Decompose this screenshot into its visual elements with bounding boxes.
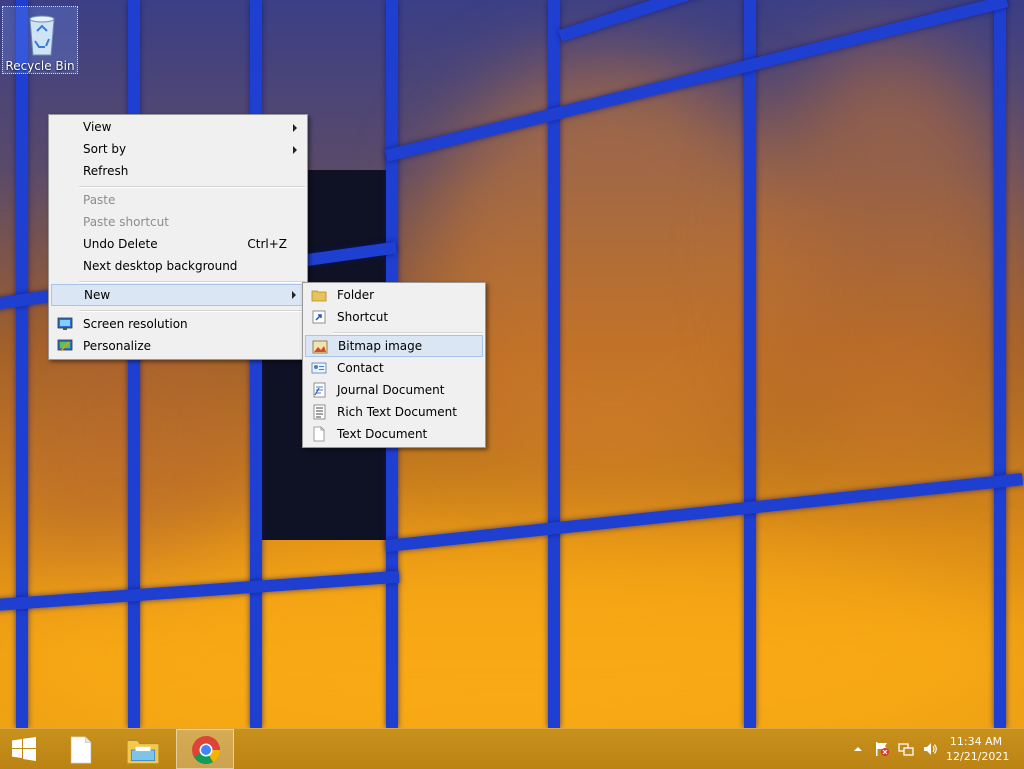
taskbar-document-button[interactable]	[54, 729, 108, 769]
monitor-icon	[57, 317, 73, 330]
menu-item-label: View	[83, 120, 112, 134]
menu-item-undo-delete[interactable]: Undo Delete Ctrl+Z	[51, 233, 305, 255]
menu-item-label: Paste	[83, 193, 116, 207]
menu-item-refresh[interactable]: Refresh	[51, 160, 305, 182]
submenu-arrow-icon	[292, 291, 296, 299]
menu-item-screen-resolution[interactable]: Screen resolution	[51, 313, 305, 335]
clock-date: 12/21/2021	[946, 750, 1010, 763]
submenu-item-label: Rich Text Document	[337, 405, 457, 419]
network-icon[interactable]	[898, 741, 914, 757]
menu-item-label: Sort by	[83, 142, 127, 156]
menu-separator	[79, 281, 305, 283]
menu-item-new[interactable]: New	[51, 284, 305, 306]
recycle-bin-icon	[29, 15, 55, 56]
action-center-flag-icon[interactable]	[874, 741, 890, 757]
wallpaper-mullion	[128, 0, 140, 728]
document-icon	[70, 736, 92, 764]
clock-time: 11:34 AM	[949, 735, 1003, 748]
volume-icon[interactable]	[922, 741, 938, 757]
wallpaper-mullion	[385, 473, 1024, 552]
wallpaper-mullion	[994, 0, 1006, 728]
submenu-item-bitmap-image[interactable]: Bitmap image	[305, 335, 483, 357]
submenu-item-rich-text-document[interactable]: Rich Text Document	[305, 401, 483, 423]
submenu-item-label: Folder	[337, 288, 375, 302]
chrome-icon	[192, 736, 220, 764]
menu-item-label: Paste shortcut	[83, 215, 169, 229]
submenu-item-shortcut[interactable]: Shortcut	[305, 306, 483, 328]
menu-separator	[333, 332, 483, 334]
wallpaper-glow	[0, 540, 1024, 760]
bitmap-icon	[312, 340, 328, 354]
submenu-item-label: Journal Document	[337, 383, 445, 397]
folder-icon	[311, 290, 327, 302]
menu-item-personalize[interactable]: Personalize	[51, 335, 305, 357]
taskbar: 11:34 AM 12/21/2021	[0, 728, 1024, 769]
submenu-item-journal-document[interactable]: Journal Document	[305, 379, 483, 401]
menu-item-label: New	[84, 288, 111, 302]
menu-item-view[interactable]: View	[51, 116, 305, 138]
wallpaper-mullion	[744, 0, 756, 728]
wallpaper-mullion	[250, 0, 262, 728]
submenu-item-label: Contact	[337, 361, 384, 375]
windows-logo-icon	[12, 737, 36, 761]
recycle-bin-shortcut[interactable]: Recycle Bin	[2, 6, 78, 74]
start-button[interactable]	[0, 729, 48, 769]
menu-item-paste: Paste	[51, 189, 305, 211]
shortcut-icon	[312, 310, 326, 324]
submenu-item-label: Text Document	[337, 427, 428, 441]
show-hidden-icons-icon[interactable]	[850, 741, 866, 757]
menu-item-sort-by[interactable]: Sort by	[51, 138, 305, 160]
submenu-arrow-icon	[293, 146, 297, 154]
chrome-button[interactable]	[176, 729, 234, 769]
wallpaper-glow	[760, 40, 1020, 460]
menu-item-label: Screen resolution	[83, 317, 188, 331]
desktop-context-menu: View Sort by Refresh Paste Paste shortcu…	[48, 114, 308, 360]
taskbar-clock[interactable]: 11:34 AM 12/21/2021	[946, 734, 1010, 764]
submenu-item-text-document[interactable]: Text Document	[305, 423, 483, 445]
menu-item-label: Personalize	[83, 339, 152, 353]
file-explorer-button[interactable]	[114, 729, 172, 769]
text-document-icon	[313, 426, 325, 442]
menu-separator	[79, 186, 305, 188]
submenu-arrow-icon	[293, 124, 297, 132]
contact-icon	[311, 362, 327, 374]
submenu-item-label: Bitmap image	[338, 339, 423, 353]
menu-item-label: Undo Delete	[83, 237, 158, 251]
submenu-item-contact[interactable]: Contact	[305, 357, 483, 379]
journal-icon	[313, 382, 326, 398]
menu-item-next-desktop-background[interactable]: Next desktop background	[51, 255, 305, 277]
submenu-item-label: Shortcut	[337, 310, 389, 324]
menu-separator	[79, 310, 305, 312]
menu-item-shortcut: Ctrl+Z	[247, 237, 287, 251]
submenu-item-folder[interactable]: Folder	[305, 284, 483, 306]
new-submenu: Folder Shortcut Bitmap image Contact Jou	[302, 282, 486, 448]
recycle-bin-label: Recycle Bin	[5, 59, 75, 73]
menu-item-paste-shortcut: Paste shortcut	[51, 211, 305, 233]
rich-text-icon	[313, 404, 326, 420]
menu-item-label: Next desktop background	[83, 259, 238, 273]
folder-icon	[126, 739, 160, 765]
personalize-icon	[57, 339, 73, 352]
menu-item-label: Refresh	[83, 164, 129, 178]
wallpaper-mullion	[16, 0, 28, 728]
